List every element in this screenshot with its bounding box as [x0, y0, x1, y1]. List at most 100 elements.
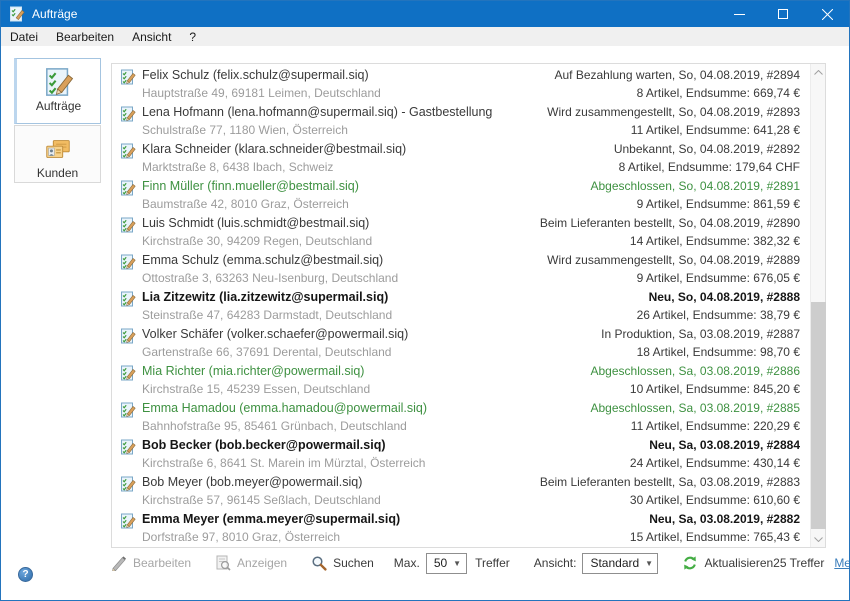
scrollbar-thumb[interactable] — [811, 302, 826, 529]
title-bar: Aufträge — [1, 1, 849, 27]
order-icon — [120, 291, 136, 307]
order-customer: Klara Schneider (klara.schneider@bestmai… — [142, 142, 614, 157]
sidebar-tab-label: Aufträge — [36, 99, 81, 113]
order-icon — [120, 402, 136, 418]
orders-panel: Felix Schulz (felix.schulz@supermail.siq… — [111, 63, 826, 548]
order-address: Marktstraße 8, 6438 Ibach, Schweiz — [142, 160, 614, 174]
chevron-down-icon: ▼ — [453, 559, 461, 568]
order-row[interactable]: Mia Richter (mia.richter@powermail.siq) K… — [112, 360, 810, 397]
order-status: In Produktion, Sa, 03.08.2019, #2887 — [601, 327, 800, 342]
order-row[interactable]: Lia Zitzewitz (lia.zitzewitz@supermail.s… — [112, 286, 810, 323]
edit-button-label: Bearbeiten — [133, 556, 191, 570]
order-icon — [120, 439, 136, 455]
order-address: Bahnhofstraße 95, 85461 Grünbach, Deutsc… — [142, 419, 591, 433]
menu-bearbeiten[interactable]: Bearbeiten — [47, 28, 123, 46]
order-address: Kirchstraße 6, 8641 St. Marein im Mürzta… — [142, 456, 630, 470]
order-row[interactable]: Lena Hofmann (lena.hofmann@supermail.siq… — [112, 101, 810, 138]
order-summary: 26 Artikel, Endsumme: 38,79 € — [637, 308, 800, 322]
order-row[interactable]: Emma Hamadou (emma.hamadou@powermail.siq… — [112, 397, 810, 434]
order-summary: 10 Artikel, Endsumme: 845,20 € — [591, 382, 801, 396]
window-title: Aufträge — [32, 7, 717, 21]
close-button[interactable] — [805, 1, 849, 27]
order-address: Hauptstraße 49, 69181 Leimen, Deutschlan… — [142, 86, 554, 100]
order-customer: Finn Müller (finn.mueller@bestmail.siq) — [142, 179, 591, 194]
order-icon — [120, 328, 136, 344]
minimize-button[interactable] — [717, 1, 761, 27]
order-customer: Lia Zitzewitz (lia.zitzewitz@supermail.s… — [142, 290, 637, 305]
order-row[interactable]: Klara Schneider (klara.schneider@bestmai… — [112, 138, 810, 175]
scroll-down-icon[interactable] — [811, 531, 826, 547]
customers-icon — [43, 134, 73, 164]
order-status: Neu, Sa, 03.08.2019, #2884 — [630, 438, 800, 453]
order-address: Baumstraße 42, 8010 Graz, Österreich — [142, 197, 591, 211]
search-button-label: Suchen — [333, 556, 374, 570]
order-icon — [120, 143, 136, 159]
order-summary: 30 Artikel, Endsumme: 610,60 € — [540, 493, 800, 507]
order-summary: 15 Artikel, Endsumme: 765,43 € — [630, 530, 800, 544]
order-row[interactable]: Bob Meyer (bob.meyer@powermail.siq)Kirch… — [112, 471, 810, 508]
menu-datei[interactable]: Datei — [1, 28, 47, 46]
scroll-up-icon[interactable] — [811, 64, 826, 80]
order-status: Wird zusammengestellt, So, 04.08.2019, #… — [547, 105, 800, 120]
order-customer: Emma Schulz (emma.schulz@bestmail.siq) — [142, 253, 547, 268]
max-results-dropdown[interactable]: 50 ▼ — [426, 553, 467, 574]
order-address: Schulstraße 77, 1180 Wien, Österreich — [142, 123, 547, 137]
order-status: Abgeschlossen, Sa, 03.08.2019, #2885 — [591, 401, 801, 416]
max-label: Max. — [394, 556, 420, 570]
refresh-button[interactable]: Aktualisieren — [682, 555, 773, 571]
vertical-scrollbar[interactable] — [810, 64, 825, 547]
order-status: Wird zusammengestellt, So, 04.08.2019, #… — [547, 253, 800, 268]
sidebar-tab-auftraege[interactable]: Aufträge — [14, 58, 101, 124]
treffer-label: Treffer — [475, 556, 510, 570]
view-value: Standard — [590, 556, 639, 570]
chevron-down-icon: ▼ — [645, 559, 653, 568]
order-summary: 14 Artikel, Endsumme: 382,32 € — [540, 234, 800, 248]
order-row[interactable]: Emma Meyer (emma.meyer@supermail.siq)Dor… — [112, 508, 810, 545]
max-results-value: 50 — [434, 556, 447, 570]
order-row[interactable]: Luis Schmidt (luis.schmidt@bestmail.siq)… — [112, 212, 810, 249]
order-row[interactable]: Bob Becker (bob.becker@powermail.siq) Kir… — [112, 434, 810, 471]
order-summary: 24 Artikel, Endsumme: 430,14 € — [630, 456, 800, 470]
view-dropdown[interactable]: Standard ▼ — [582, 553, 658, 574]
order-row[interactable]: Emma Schulz (emma.schulz@bestmail.siq) Ot… — [112, 249, 810, 286]
order-row[interactable]: Felix Schulz (felix.schulz@supermail.siq… — [112, 64, 810, 101]
edit-button[interactable]: Bearbeiten — [111, 555, 191, 571]
load-more-link[interactable]: Mehr laden — [834, 556, 850, 570]
maximize-button[interactable] — [761, 1, 805, 27]
order-summary: 9 Artikel, Endsumme: 861,59 € — [591, 197, 801, 211]
orders-icon — [44, 67, 74, 97]
view-label: Ansicht: — [534, 556, 577, 570]
order-customer: Mia Richter (mia.richter@powermail.siq) — [142, 364, 591, 379]
sidebar-tab-kunden[interactable]: Kunden — [14, 125, 101, 183]
order-customer: Bob Becker (bob.becker@powermail.siq) — [142, 438, 630, 453]
order-address: Steinstraße 47, 64283 Darmstadt, Deutsch… — [142, 308, 637, 322]
order-summary: 18 Artikel, Endsumme: 98,70 € — [601, 345, 800, 359]
refresh-button-label: Aktualisieren — [704, 556, 773, 570]
order-row[interactable]: Finn Müller (finn.mueller@bestmail.siq) B… — [112, 175, 810, 212]
bottom-toolbar: Bearbeiten Anzeigen Suche — [111, 550, 826, 576]
results-count: 25 Treffer — [773, 556, 824, 570]
order-customer: Lena Hofmann (lena.hofmann@supermail.siq… — [142, 105, 547, 120]
order-status: Abgeschlossen, So, 04.08.2019, #2891 — [591, 179, 801, 194]
order-address: Kirchstraße 15, 45239 Essen, Deutschland — [142, 382, 591, 396]
show-button[interactable]: Anzeigen — [215, 555, 287, 571]
order-icon — [120, 180, 136, 196]
help-icon[interactable]: ? — [18, 567, 33, 582]
order-row[interactable]: Volker Schäfer (volker.schaefer@powermai… — [112, 323, 810, 360]
order-status: Auf Bezahlung warten, So, 04.08.2019, #2… — [554, 68, 800, 83]
sidebar-tab-label: Kunden — [37, 166, 78, 180]
app-window: Aufträge Datei Bearbeiten Ansicht ? — [0, 0, 850, 601]
order-address: Ottostraße 3, 63263 Neu-Isenburg, Deutsc… — [142, 271, 547, 285]
order-address: Gartenstraße 66, 37691 Derental, Deutsch… — [142, 345, 601, 359]
order-status: Neu, Sa, 03.08.2019, #2882 — [630, 512, 800, 527]
orders-list: Felix Schulz (felix.schulz@supermail.siq… — [112, 64, 810, 547]
menu-help[interactable]: ? — [180, 28, 205, 46]
order-icon — [120, 365, 136, 381]
order-icon — [120, 476, 136, 492]
search-button[interactable]: Suchen — [311, 555, 374, 571]
order-customer: Felix Schulz (felix.schulz@supermail.siq… — [142, 68, 554, 83]
order-summary: 11 Artikel, Endsumme: 641,28 € — [547, 123, 800, 137]
order-summary: 9 Artikel, Endsumme: 676,05 € — [547, 271, 800, 285]
order-status: Beim Lieferanten bestellt, So, 04.08.201… — [540, 216, 800, 231]
menu-ansicht[interactable]: Ansicht — [123, 28, 180, 46]
